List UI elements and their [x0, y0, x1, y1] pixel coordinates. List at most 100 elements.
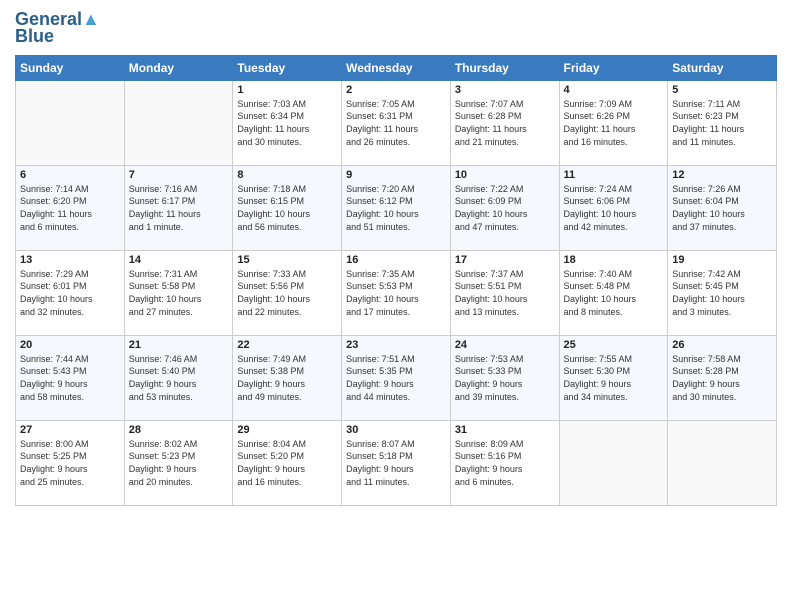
- day-cell: [559, 420, 668, 505]
- day-cell: 6 Sunrise: 7:14 AM Sunset: 6:20 PM Daylig…: [16, 165, 125, 250]
- day-number: 3: [455, 84, 555, 96]
- day-number: 1: [237, 84, 337, 96]
- day-number: 29: [237, 424, 337, 436]
- day-number: 27: [20, 424, 120, 436]
- day-cell: 21 Sunrise: 7:46 AM Sunset: 5:40 PM Dayli…: [124, 335, 233, 420]
- day-cell: 14 Sunrise: 7:31 AM Sunset: 5:58 PM Dayli…: [124, 250, 233, 335]
- day-number: 19: [672, 254, 772, 266]
- day-info: Sunrise: 7:29 AM Sunset: 6:01 PM Dayligh…: [20, 268, 120, 318]
- day-info: Sunrise: 7:44 AM Sunset: 5:43 PM Dayligh…: [20, 353, 120, 403]
- day-number: 17: [455, 254, 555, 266]
- logo: General▲ Blue: [15, 10, 100, 47]
- weekday-header-row: SundayMondayTuesdayWednesdayThursdayFrid…: [16, 55, 777, 80]
- day-number: 25: [564, 339, 664, 351]
- header: General▲ Blue: [15, 10, 777, 47]
- day-number: 4: [564, 84, 664, 96]
- week-row-5: 27 Sunrise: 8:00 AM Sunset: 5:25 PM Dayli…: [16, 420, 777, 505]
- weekday-header-friday: Friday: [559, 55, 668, 80]
- day-number: 8: [237, 169, 337, 181]
- day-number: 22: [237, 339, 337, 351]
- day-number: 31: [455, 424, 555, 436]
- day-number: 16: [346, 254, 446, 266]
- weekday-header-sunday: Sunday: [16, 55, 125, 80]
- day-number: 10: [455, 169, 555, 181]
- weekday-header-saturday: Saturday: [668, 55, 777, 80]
- day-number: 30: [346, 424, 446, 436]
- day-number: 18: [564, 254, 664, 266]
- day-number: 9: [346, 169, 446, 181]
- day-cell: 23 Sunrise: 7:51 AM Sunset: 5:35 PM Dayli…: [342, 335, 451, 420]
- week-row-2: 6 Sunrise: 7:14 AM Sunset: 6:20 PM Daylig…: [16, 165, 777, 250]
- day-info: Sunrise: 7:24 AM Sunset: 6:06 PM Dayligh…: [564, 183, 664, 233]
- day-info: Sunrise: 7:14 AM Sunset: 6:20 PM Dayligh…: [20, 183, 120, 233]
- day-info: Sunrise: 8:07 AM Sunset: 5:18 PM Dayligh…: [346, 438, 446, 488]
- day-number: 14: [129, 254, 229, 266]
- weekday-header-thursday: Thursday: [450, 55, 559, 80]
- logo-line2: Blue: [15, 26, 54, 47]
- day-info: Sunrise: 7:35 AM Sunset: 5:53 PM Dayligh…: [346, 268, 446, 318]
- day-info: Sunrise: 8:09 AM Sunset: 5:16 PM Dayligh…: [455, 438, 555, 488]
- day-number: 5: [672, 84, 772, 96]
- day-cell: 12 Sunrise: 7:26 AM Sunset: 6:04 PM Dayli…: [668, 165, 777, 250]
- day-info: Sunrise: 7:20 AM Sunset: 6:12 PM Dayligh…: [346, 183, 446, 233]
- day-info: Sunrise: 7:11 AM Sunset: 6:23 PM Dayligh…: [672, 98, 772, 148]
- day-number: 6: [20, 169, 120, 181]
- day-info: Sunrise: 7:49 AM Sunset: 5:38 PM Dayligh…: [237, 353, 337, 403]
- day-cell: 17 Sunrise: 7:37 AM Sunset: 5:51 PM Dayli…: [450, 250, 559, 335]
- day-info: Sunrise: 7:40 AM Sunset: 5:48 PM Dayligh…: [564, 268, 664, 318]
- day-info: Sunrise: 7:37 AM Sunset: 5:51 PM Dayligh…: [455, 268, 555, 318]
- day-cell: 31 Sunrise: 8:09 AM Sunset: 5:16 PM Dayli…: [450, 420, 559, 505]
- day-info: Sunrise: 8:00 AM Sunset: 5:25 PM Dayligh…: [20, 438, 120, 488]
- day-info: Sunrise: 7:09 AM Sunset: 6:26 PM Dayligh…: [564, 98, 664, 148]
- day-info: Sunrise: 7:51 AM Sunset: 5:35 PM Dayligh…: [346, 353, 446, 403]
- day-cell: 1 Sunrise: 7:03 AM Sunset: 6:34 PM Daylig…: [233, 80, 342, 165]
- day-number: 7: [129, 169, 229, 181]
- day-cell: 11Sunrise: 7:24 AM Sunset: 6:06 PM Dayli…: [559, 165, 668, 250]
- day-cell: [124, 80, 233, 165]
- day-cell: 7 Sunrise: 7:16 AM Sunset: 6:17 PM Daylig…: [124, 165, 233, 250]
- day-cell: 10 Sunrise: 7:22 AM Sunset: 6:09 PM Dayli…: [450, 165, 559, 250]
- day-info: Sunrise: 7:26 AM Sunset: 6:04 PM Dayligh…: [672, 183, 772, 233]
- day-info: Sunrise: 7:03 AM Sunset: 6:34 PM Dayligh…: [237, 98, 337, 148]
- weekday-header-tuesday: Tuesday: [233, 55, 342, 80]
- day-cell: 5 Sunrise: 7:11 AM Sunset: 6:23 PM Daylig…: [668, 80, 777, 165]
- day-info: Sunrise: 7:53 AM Sunset: 5:33 PM Dayligh…: [455, 353, 555, 403]
- page: General▲ Blue SundayMondayTuesdayWednesd…: [0, 0, 792, 516]
- week-row-3: 13Sunrise: 7:29 AM Sunset: 6:01 PM Dayli…: [16, 250, 777, 335]
- day-info: Sunrise: 7:42 AM Sunset: 5:45 PM Dayligh…: [672, 268, 772, 318]
- day-info: Sunrise: 7:22 AM Sunset: 6:09 PM Dayligh…: [455, 183, 555, 233]
- day-cell: [16, 80, 125, 165]
- week-row-1: 1 Sunrise: 7:03 AM Sunset: 6:34 PM Daylig…: [16, 80, 777, 165]
- day-cell: 3 Sunrise: 7:07 AM Sunset: 6:28 PM Daylig…: [450, 80, 559, 165]
- day-cell: 8Sunrise: 7:18 AM Sunset: 6:15 PM Daylig…: [233, 165, 342, 250]
- day-number: 15: [237, 254, 337, 266]
- day-cell: 28Sunrise: 8:02 AM Sunset: 5:23 PM Dayli…: [124, 420, 233, 505]
- day-cell: 15Sunrise: 7:33 AM Sunset: 5:56 PM Dayli…: [233, 250, 342, 335]
- day-info: Sunrise: 7:07 AM Sunset: 6:28 PM Dayligh…: [455, 98, 555, 148]
- day-cell: 25Sunrise: 7:55 AM Sunset: 5:30 PM Dayli…: [559, 335, 668, 420]
- day-cell: 26Sunrise: 7:58 AM Sunset: 5:28 PM Dayli…: [668, 335, 777, 420]
- weekday-header-monday: Monday: [124, 55, 233, 80]
- day-info: Sunrise: 7:16 AM Sunset: 6:17 PM Dayligh…: [129, 183, 229, 233]
- day-cell: 24Sunrise: 7:53 AM Sunset: 5:33 PM Dayli…: [450, 335, 559, 420]
- day-cell: 4 Sunrise: 7:09 AM Sunset: 6:26 PM Daylig…: [559, 80, 668, 165]
- day-info: Sunrise: 7:05 AM Sunset: 6:31 PM Dayligh…: [346, 98, 446, 148]
- logo-accent: ▲: [82, 9, 100, 29]
- day-cell: 27 Sunrise: 8:00 AM Sunset: 5:25 PM Dayli…: [16, 420, 125, 505]
- day-info: Sunrise: 7:58 AM Sunset: 5:28 PM Dayligh…: [672, 353, 772, 403]
- day-cell: 13Sunrise: 7:29 AM Sunset: 6:01 PM Dayli…: [16, 250, 125, 335]
- day-cell: 30 Sunrise: 8:07 AM Sunset: 5:18 PM Dayli…: [342, 420, 451, 505]
- day-info: Sunrise: 7:31 AM Sunset: 5:58 PM Dayligh…: [129, 268, 229, 318]
- day-cell: 2Sunrise: 7:05 AM Sunset: 6:31 PM Daylig…: [342, 80, 451, 165]
- day-info: Sunrise: 8:02 AM Sunset: 5:23 PM Dayligh…: [129, 438, 229, 488]
- day-cell: 18 Sunrise: 7:40 AM Sunset: 5:48 PM Dayli…: [559, 250, 668, 335]
- day-number: 23: [346, 339, 446, 351]
- day-cell: 20Sunrise: 7:44 AM Sunset: 5:43 PM Dayli…: [16, 335, 125, 420]
- day-cell: 16 Sunrise: 7:35 AM Sunset: 5:53 PM Dayli…: [342, 250, 451, 335]
- calendar-table: SundayMondayTuesdayWednesdayThursdayFrid…: [15, 55, 777, 506]
- day-number: 12: [672, 169, 772, 181]
- day-number: 21: [129, 339, 229, 351]
- day-info: Sunrise: 7:46 AM Sunset: 5:40 PM Dayligh…: [129, 353, 229, 403]
- day-cell: [668, 420, 777, 505]
- day-info: Sunrise: 8:04 AM Sunset: 5:20 PM Dayligh…: [237, 438, 337, 488]
